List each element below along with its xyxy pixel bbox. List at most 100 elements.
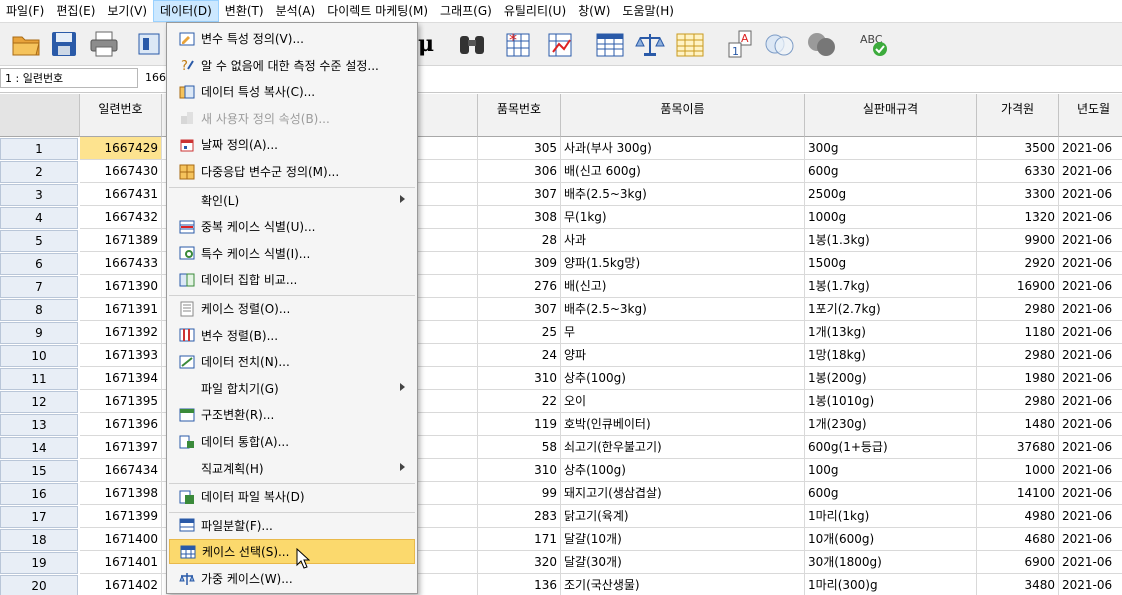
- table-cell[interactable]: 사과: [561, 229, 805, 252]
- table-cell[interactable]: 2980: [977, 298, 1059, 321]
- column-header[interactable]: 년도월: [1059, 94, 1122, 137]
- table-cell[interactable]: 1000g: [805, 206, 977, 229]
- star-grid-icon[interactable]: *: [502, 28, 534, 60]
- value-labels-icon[interactable]: [674, 28, 706, 60]
- menu-item-22[interactable]: 파일분할(F)...: [169, 513, 415, 538]
- table-cell[interactable]: 1667432: [80, 206, 162, 229]
- table-icon[interactable]: [594, 28, 626, 60]
- table-cell[interactable]: 1671397: [80, 436, 162, 459]
- menu-8[interactable]: 유틸리티(U): [498, 0, 572, 22]
- table-cell[interactable]: 600g(1+등급): [805, 436, 977, 459]
- menu-7[interactable]: 그래프(G): [434, 0, 498, 22]
- table-cell[interactable]: 2021-06: [1059, 298, 1122, 321]
- table-cell[interactable]: 309: [478, 252, 561, 275]
- menu-item-4[interactable]: 날짜 정의(A)...: [169, 132, 415, 157]
- table-cell[interactable]: 305: [478, 137, 561, 160]
- table-cell[interactable]: 2920: [977, 252, 1059, 275]
- table-cell[interactable]: 양파(1.5kg망): [561, 252, 805, 275]
- table-cell[interactable]: 2021-06: [1059, 574, 1122, 595]
- table-cell[interactable]: 58: [478, 436, 561, 459]
- table-cell[interactable]: 1667434: [80, 459, 162, 482]
- table-cell[interactable]: 1671396: [80, 413, 162, 436]
- table-cell[interactable]: 2021-06: [1059, 137, 1122, 160]
- menu-item-24[interactable]: 가중 케이스(W)...: [169, 566, 415, 591]
- menu-item-12[interactable]: 케이스 정렬(O)...: [169, 296, 415, 321]
- menu-item-0[interactable]: 변수 특성 정의(V)...: [169, 26, 415, 51]
- table-cell[interactable]: 171: [478, 528, 561, 551]
- column-header[interactable]: 가격원: [977, 94, 1059, 137]
- cell-name-box[interactable]: 1 : 일련번호: [0, 68, 138, 88]
- row-header[interactable]: 19: [0, 552, 78, 574]
- table-cell[interactable]: 달걀(10개): [561, 528, 805, 551]
- row-header[interactable]: 8: [0, 299, 78, 321]
- table-cell[interactable]: 1봉(1.3kg): [805, 229, 977, 252]
- menu-10[interactable]: 도움말(H): [616, 0, 680, 22]
- menu-item-1[interactable]: ? 알 수 없음에 대한 측정 수준 설정...: [169, 53, 415, 78]
- row-header[interactable]: 17: [0, 506, 78, 528]
- table-cell[interactable]: 양파: [561, 344, 805, 367]
- table-cell[interactable]: 닭고기(육계): [561, 505, 805, 528]
- table-cell[interactable]: 1500g: [805, 252, 977, 275]
- a1-icon[interactable]: A1: [724, 28, 756, 60]
- menu-4[interactable]: 변환(T): [219, 0, 270, 22]
- circles-icon[interactable]: [764, 28, 796, 60]
- table-cell[interactable]: 310: [478, 367, 561, 390]
- column-header[interactable]: 품목이름: [561, 94, 805, 137]
- table-cell[interactable]: 1671395: [80, 390, 162, 413]
- table-cell[interactable]: 조기(국산생물): [561, 574, 805, 595]
- table-cell[interactable]: 28: [478, 229, 561, 252]
- table-cell[interactable]: 상추(100g): [561, 459, 805, 482]
- scale-icon[interactable]: [634, 28, 666, 60]
- table-cell[interactable]: 1667429: [80, 137, 162, 160]
- menu-item-16[interactable]: 구조변환(R)...: [169, 402, 415, 427]
- table-cell[interactable]: 2021-06: [1059, 160, 1122, 183]
- row-header[interactable]: 4: [0, 207, 78, 229]
- table-cell[interactable]: 320: [478, 551, 561, 574]
- table-cell[interactable]: 306: [478, 160, 561, 183]
- table-cell[interactable]: 1마리(300)g: [805, 574, 977, 595]
- table-cell[interactable]: 24: [478, 344, 561, 367]
- table-cell[interactable]: 1671392: [80, 321, 162, 344]
- table-cell[interactable]: 달걀(30개): [561, 551, 805, 574]
- table-cell[interactable]: 1671394: [80, 367, 162, 390]
- table-cell[interactable]: 600g: [805, 160, 977, 183]
- binoculars-icon[interactable]: [456, 28, 488, 60]
- table-cell[interactable]: 2021-06: [1059, 183, 1122, 206]
- table-cell[interactable]: 배추(2.5~3kg): [561, 183, 805, 206]
- table-cell[interactable]: 1980: [977, 367, 1059, 390]
- table-cell[interactable]: 1480: [977, 413, 1059, 436]
- table-cell[interactable]: 6330: [977, 160, 1059, 183]
- table-cell[interactable]: 돼지고기(생삼겹살): [561, 482, 805, 505]
- row-header[interactable]: 11: [0, 368, 78, 390]
- menu-9[interactable]: 창(W): [572, 0, 616, 22]
- table-cell[interactable]: 배추(2.5~3kg): [561, 298, 805, 321]
- row-header[interactable]: 10: [0, 345, 78, 367]
- menu-6[interactable]: 다이렉트 마케팅(M): [321, 0, 434, 22]
- table-cell[interactable]: 2021-06: [1059, 413, 1122, 436]
- row-header[interactable]: 13: [0, 414, 78, 436]
- table-cell[interactable]: 2021-06: [1059, 551, 1122, 574]
- table-cell[interactable]: 2021-06: [1059, 459, 1122, 482]
- table-cell[interactable]: 2021-06: [1059, 275, 1122, 298]
- table-cell[interactable]: 오이: [561, 390, 805, 413]
- table-cell[interactable]: 1망(18kg): [805, 344, 977, 367]
- table-cell[interactable]: 16900: [977, 275, 1059, 298]
- table-cell[interactable]: 2021-06: [1059, 528, 1122, 551]
- dialog-recall-icon[interactable]: [134, 28, 164, 60]
- menu-item-20[interactable]: 데이터 파일 복사(D): [169, 484, 415, 509]
- table-cell[interactable]: 119: [478, 413, 561, 436]
- table-cell[interactable]: 2021-06: [1059, 390, 1122, 413]
- table-cell[interactable]: 307: [478, 298, 561, 321]
- table-cell[interactable]: 배(신고): [561, 275, 805, 298]
- table-cell[interactable]: 1마리(1kg): [805, 505, 977, 528]
- table-cell[interactable]: 호박(인큐베이터): [561, 413, 805, 436]
- column-header[interactable]: 품목번호: [478, 94, 561, 137]
- table-cell[interactable]: 100g: [805, 459, 977, 482]
- table-cell[interactable]: 2021-06: [1059, 321, 1122, 344]
- column-header[interactable]: 일련번호: [80, 94, 162, 137]
- table-cell[interactable]: 310: [478, 459, 561, 482]
- table-cell[interactable]: 2021-06: [1059, 367, 1122, 390]
- table-cell[interactable]: 1671399: [80, 505, 162, 528]
- row-header[interactable]: 7: [0, 276, 78, 298]
- table-cell[interactable]: 1320: [977, 206, 1059, 229]
